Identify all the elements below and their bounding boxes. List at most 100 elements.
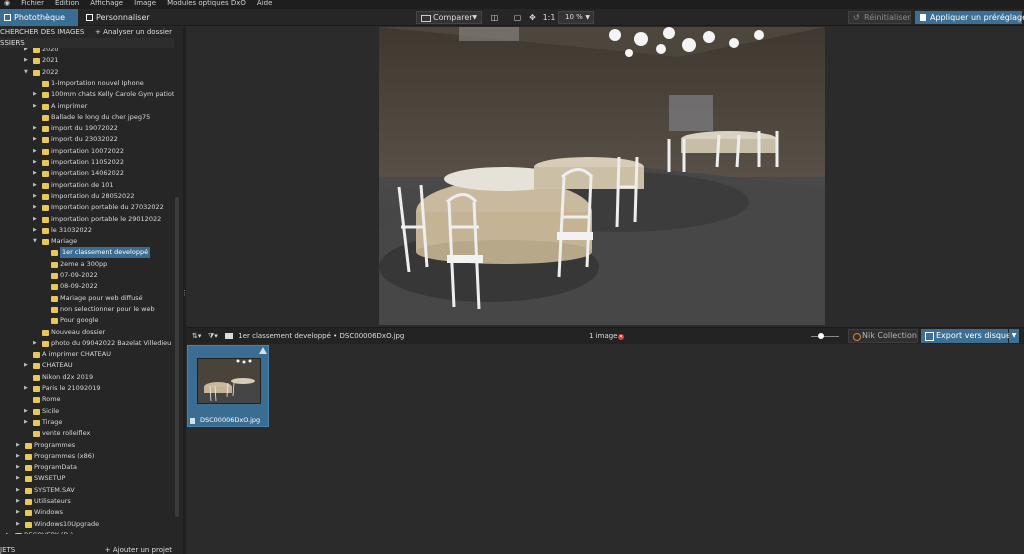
chevron-right-icon[interactable]: ▶ [16, 451, 23, 462]
folder-tree-item[interactable]: 2eme a 300pp [0, 259, 174, 270]
folder-tree-item[interactable]: ▶ SWSETUP [0, 473, 174, 484]
analyze-folder-button[interactable]: + Analyser un dossier [95, 27, 172, 37]
folder-tree-item[interactable]: ▶ Utilisateurs [0, 496, 174, 507]
reset-button[interactable]: Réinitialiser [848, 11, 911, 24]
chevron-right-icon[interactable]: ▶ [33, 180, 40, 191]
chevron-right-icon[interactable]: ▶ [16, 440, 23, 451]
chevron-right-icon[interactable]: ▶ [33, 134, 40, 145]
add-project-button[interactable]: + Ajouter un projet [105, 546, 172, 554]
folder-tree-item[interactable]: ▼ 2022 [0, 67, 174, 78]
folder-tree-item[interactable]: ▶ Windows [0, 507, 174, 518]
folder-tree-item[interactable]: ▶ importation de 101 [0, 180, 174, 191]
folder-tree-item[interactable]: ▶ 2021 [0, 55, 174, 66]
chevron-right-icon[interactable]: ▶ [33, 225, 40, 236]
chevron-down-icon[interactable]: ▼ [33, 236, 40, 247]
chevron-right-icon[interactable]: ▶ [33, 101, 40, 112]
folder-tree-item[interactable]: ▶ importation 11052022 [0, 157, 174, 168]
folder-tree-scrollbar[interactable] [175, 197, 179, 517]
chevron-right-icon[interactable]: ▶ [24, 360, 31, 371]
chevron-right-icon[interactable]: ▶ [16, 507, 23, 518]
folder-tree-item[interactable]: Mariage pour web diffusé [0, 293, 174, 304]
folder-tree-item[interactable]: ▶ import du 23032022 [0, 134, 174, 145]
folder-tree-item[interactable]: ▶ SYSTEM.SAV [0, 485, 174, 496]
folder-tree-item[interactable]: Nikon d2x 2019 [0, 372, 174, 383]
folder-tree-item[interactable]: ▶ Programmes [0, 440, 174, 451]
compare-button[interactable]: Comparer ▼ [416, 11, 482, 24]
splitter-handle-icon[interactable]: ⋮ [181, 289, 188, 299]
chevron-right-icon[interactable]: ▶ [24, 417, 31, 428]
menu-image[interactable]: Image [134, 0, 156, 9]
menu-view[interactable]: Affichage [90, 0, 123, 9]
folder-tree-item[interactable]: ▶ Programmes (x86) [0, 451, 174, 462]
ratio-1-1-button[interactable]: 1:1 [542, 12, 556, 23]
folder-tree-item[interactable]: 1-Importation nouvel Iphone [0, 78, 174, 89]
menu-file[interactable]: Fichier [21, 0, 44, 9]
folder-tree-item[interactable]: ▶ Windows10Upgrade [0, 519, 174, 530]
folder-tree-item[interactable]: ▶ importation 10072022 [0, 146, 174, 157]
folder-tree-item[interactable]: Pour google [0, 315, 174, 326]
chevron-right-icon[interactable]: ▶ [16, 485, 23, 496]
chevron-right-icon[interactable]: ▶ [33, 123, 40, 134]
move-icon[interactable]: ✥ [527, 12, 538, 23]
tab-customize[interactable]: Personnaliser [82, 9, 178, 26]
folder-tree-item[interactable]: ▶ 2020 [0, 48, 174, 55]
folder-tree-item[interactable]: Rome [0, 394, 174, 405]
folder-tree-item[interactable]: Nouveau dossier [0, 327, 174, 338]
export-to-disk-button[interactable]: Export vers disque [921, 329, 1011, 343]
split-view-icon[interactable]: ◫ [489, 12, 500, 23]
folder-tree-item[interactable]: ▶ Paris le 21092019 [0, 383, 174, 394]
chevron-right-icon[interactable]: ▶ [33, 146, 40, 157]
chevron-right-icon[interactable]: ▶ [6, 530, 13, 534]
export-options-chevron-icon[interactable]: ▼ [1009, 329, 1019, 343]
folder-tree-item[interactable]: ▶ Importation portable du 27032022 [0, 202, 174, 213]
folder-tree-item[interactable]: ▶ importation 14062022 [0, 168, 174, 179]
chevron-right-icon[interactable]: ▶ [33, 157, 40, 168]
folder-tree-item[interactable]: ▶ photo du 09042022 Bazelat Villedieu [0, 338, 174, 349]
chevron-right-icon[interactable]: ▶ [24, 48, 31, 55]
clear-selection-icon[interactable]: ✕ [618, 328, 624, 345]
folder-tree-item[interactable]: vente rolleiflex [0, 428, 174, 439]
folder-tree-item[interactable]: ▶ RECOVERY (D:) [0, 530, 174, 534]
thumbnail-size-slider[interactable] [811, 333, 839, 339]
chevron-down-icon[interactable]: ▼ [24, 67, 31, 78]
folder-tree-item[interactable]: ▶ import du 19072022 [0, 123, 174, 134]
chevron-right-icon[interactable]: ▶ [33, 191, 40, 202]
folder-tree-item[interactable]: ▶ le 31032022 [0, 225, 174, 236]
folder-tree-item[interactable]: ▶ ProgramData [0, 462, 174, 473]
folder-tree-item[interactable]: 1er classement developpé [0, 247, 174, 259]
chevron-right-icon[interactable]: ▶ [33, 89, 40, 100]
chevron-down-icon[interactable]: ▼ [472, 12, 477, 23]
crop-view-icon[interactable]: ▢ [512, 12, 523, 23]
zoom-select[interactable]: 10 % ▼ [558, 11, 594, 24]
folder-tree-item[interactable]: Ballade le long du cher jpeg75 [0, 112, 174, 123]
folder-tree-item[interactable]: ▼ Mariage [0, 236, 174, 247]
chevron-right-icon[interactable]: ▶ [24, 406, 31, 417]
trash-icon[interactable] [190, 418, 195, 424]
chevron-right-icon[interactable]: ▶ [16, 462, 23, 473]
folder-tree-item[interactable]: ▶ 100mm chats Kelly Carole Gym patiot [0, 89, 174, 100]
apply-preset-button[interactable]: Appliquer un préréglage [915, 11, 1024, 24]
chevron-right-icon[interactable]: ▶ [33, 214, 40, 225]
breadcrumb-folder[interactable]: 1er classement developpé [238, 332, 331, 340]
thumbnail[interactable]: DSC00006DxO.jpg [187, 345, 269, 427]
filter-icon[interactable]: ⧩▾ [208, 328, 218, 345]
menu-edit[interactable]: Edition [55, 0, 79, 9]
chevron-right-icon[interactable]: ▶ [16, 496, 23, 507]
folder-tree-item[interactable]: ▶ CHATEAU [0, 360, 174, 371]
chevron-right-icon[interactable]: ▶ [16, 473, 23, 484]
folder-tree-item[interactable]: 08-09-2022 [0, 281, 174, 292]
sort-icon[interactable]: ⇅▾ [192, 328, 201, 345]
nik-collection-button[interactable]: Nik Collection [848, 329, 918, 343]
folder-tree-item[interactable]: 07-09-2022 [0, 270, 174, 281]
folder-tree-item[interactable]: ▶ Sicile [0, 406, 174, 417]
chevron-right-icon[interactable]: ▶ [24, 55, 31, 66]
folder-tree-item[interactable]: non selectionner pour le web [0, 304, 174, 315]
folder-tree-item[interactable]: A imprimer CHATEAU [0, 349, 174, 360]
chevron-right-icon[interactable]: ▶ [24, 383, 31, 394]
menu-optics-modules[interactable]: Modules optiques DxO [167, 0, 246, 9]
chevron-right-icon[interactable]: ▶ [16, 519, 23, 530]
menu-help[interactable]: Aide [257, 0, 272, 9]
chevron-right-icon[interactable]: ▶ [33, 338, 40, 349]
image-viewer[interactable] [186, 27, 1024, 327]
folders-header[interactable]: SSIERS [0, 38, 174, 48]
